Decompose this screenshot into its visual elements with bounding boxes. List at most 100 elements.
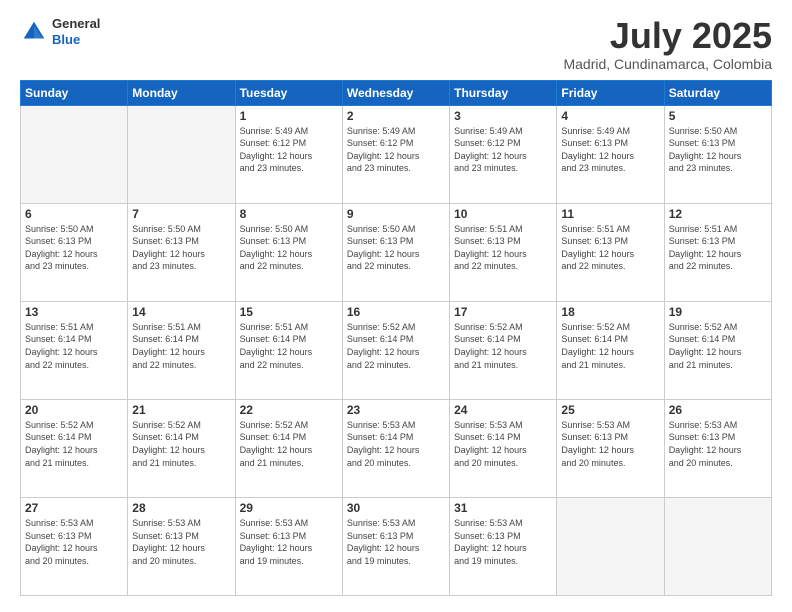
day-number: 27 [25, 501, 123, 515]
calendar-cell [21, 105, 128, 203]
calendar-cell: 2 Sunrise: 5:49 AM Sunset: 6:12 PM Daylig… [342, 105, 449, 203]
calendar-cell: 1Sunrise: 5:49 AM Sunset: 6:12 PM Daylig… [235, 105, 342, 203]
day-number: 14 [132, 305, 230, 319]
day-number: 25 [561, 403, 659, 417]
day-info: Sunrise: 5:51 AM Sunset: 6:14 PM Dayligh… [25, 321, 123, 371]
weekday-header: Saturday [664, 80, 771, 105]
calendar-cell: 7 Sunrise: 5:50 AM Sunset: 6:13 PM Daylig… [128, 203, 235, 301]
calendar-cell: 3 Sunrise: 5:49 AM Sunset: 6:12 PM Daylig… [450, 105, 557, 203]
day-info: Sunrise: 5:53 AM Sunset: 6:13 PM Dayligh… [454, 517, 552, 567]
day-info: Sunrise: 5:53 AM Sunset: 6:13 PM Dayligh… [347, 517, 445, 567]
day-info: Sunrise: 5:52 AM Sunset: 6:14 PM Dayligh… [561, 321, 659, 371]
day-number: 8 [240, 207, 338, 221]
calendar-cell: 14 Sunrise: 5:51 AM Sunset: 6:14 PM Dayli… [128, 301, 235, 399]
calendar-week-row: 13 Sunrise: 5:51 AM Sunset: 6:14 PM Dayli… [21, 301, 772, 399]
calendar-cell: 19 Sunrise: 5:52 AM Sunset: 6:14 PM Dayli… [664, 301, 771, 399]
day-number: 19 [669, 305, 767, 319]
day-number: 24 [454, 403, 552, 417]
title-area: July 2025 Madrid, Cundinamarca, Colombia [563, 16, 772, 72]
calendar-cell: 23 Sunrise: 5:53 AM Sunset: 6:14 PM Dayli… [342, 399, 449, 497]
day-number: 31 [454, 501, 552, 515]
calendar-week-row: 1 Sunrise: 5:49 AM Sunset: 6:12 PM Daylig… [21, 105, 772, 203]
day-info: Sunrise: 5:52 AM Sunset: 6:14 PM Dayligh… [240, 419, 338, 469]
day-number: 16 [347, 305, 445, 319]
weekday-header: Thursday [450, 80, 557, 105]
day-info: Sunrise: 5:52 AM Sunset: 6:14 PM Dayligh… [669, 321, 767, 371]
day-number: 2 [347, 109, 445, 123]
day-number: 3 [454, 109, 552, 123]
day-info: Sunrise: 5:53 AM Sunset: 6:13 PM Dayligh… [669, 419, 767, 469]
calendar-cell: 10Sunrise: 5:51 AM Sunset: 6:13 PM Dayli… [450, 203, 557, 301]
calendar-table: SundayMondayTuesdayWednesdayThursdayFrid… [20, 80, 772, 596]
calendar-cell: 15Sunrise: 5:51 AM Sunset: 6:14 PM Dayli… [235, 301, 342, 399]
day-info: Sunrise: 5:49 AM Sunset: 6:13 PM Dayligh… [561, 125, 659, 175]
header: General Blue July 2025 Madrid, Cundinama… [20, 16, 772, 72]
day-info: Sunrise: 5:49 AM Sunset: 6:12 PM Dayligh… [347, 125, 445, 175]
day-number: 4 [561, 109, 659, 123]
calendar-cell: 12 Sunrise: 5:51 AM Sunset: 6:13 PM Dayli… [664, 203, 771, 301]
calendar-cell: 24Sunrise: 5:53 AM Sunset: 6:14 PM Dayli… [450, 399, 557, 497]
day-info: Sunrise: 5:52 AM Sunset: 6:14 PM Dayligh… [132, 419, 230, 469]
calendar-cell: 11Sunrise: 5:51 AM Sunset: 6:13 PM Dayli… [557, 203, 664, 301]
calendar-cell: 31 Sunrise: 5:53 AM Sunset: 6:13 PM Dayli… [450, 497, 557, 595]
day-info: Sunrise: 5:51 AM Sunset: 6:13 PM Dayligh… [669, 223, 767, 273]
logo-icon [20, 18, 48, 46]
day-number: 23 [347, 403, 445, 417]
calendar-cell: 5 Sunrise: 5:50 AM Sunset: 6:13 PM Daylig… [664, 105, 771, 203]
day-info: Sunrise: 5:50 AM Sunset: 6:13 PM Dayligh… [25, 223, 123, 273]
day-number: 18 [561, 305, 659, 319]
day-info: Sunrise: 5:51 AM Sunset: 6:13 PM Dayligh… [561, 223, 659, 273]
weekday-header: Tuesday [235, 80, 342, 105]
day-number: 5 [669, 109, 767, 123]
day-info: Sunrise: 5:50 AM Sunset: 6:13 PM Dayligh… [240, 223, 338, 273]
weekday-row: SundayMondayTuesdayWednesdayThursdayFrid… [21, 80, 772, 105]
day-number: 12 [669, 207, 767, 221]
calendar-cell: 18 Sunrise: 5:52 AM Sunset: 6:14 PM Dayli… [557, 301, 664, 399]
day-info: Sunrise: 5:50 AM Sunset: 6:13 PM Dayligh… [132, 223, 230, 273]
day-number: 7 [132, 207, 230, 221]
location: Madrid, Cundinamarca, Colombia [563, 56, 772, 72]
day-info: Sunrise: 5:51 AM Sunset: 6:14 PM Dayligh… [240, 321, 338, 371]
day-info: Sunrise: 5:53 AM Sunset: 6:14 PM Dayligh… [347, 419, 445, 469]
day-number: 28 [132, 501, 230, 515]
day-info: Sunrise: 5:53 AM Sunset: 6:13 PM Dayligh… [132, 517, 230, 567]
logo-text: General Blue [52, 16, 100, 47]
weekday-header: Monday [128, 80, 235, 105]
day-info: Sunrise: 5:50 AM Sunset: 6:13 PM Dayligh… [669, 125, 767, 175]
calendar-cell: 13 Sunrise: 5:51 AM Sunset: 6:14 PM Dayli… [21, 301, 128, 399]
calendar-week-row: 6 Sunrise: 5:50 AM Sunset: 6:13 PM Daylig… [21, 203, 772, 301]
calendar-cell [664, 497, 771, 595]
day-number: 6 [25, 207, 123, 221]
logo-blue-text: Blue [52, 32, 100, 48]
day-info: Sunrise: 5:52 AM Sunset: 6:14 PM Dayligh… [454, 321, 552, 371]
calendar-cell: 27 Sunrise: 5:53 AM Sunset: 6:13 PM Dayli… [21, 497, 128, 595]
calendar-cell: 6 Sunrise: 5:50 AM Sunset: 6:13 PM Daylig… [21, 203, 128, 301]
weekday-header: Sunday [21, 80, 128, 105]
calendar-cell: 25 Sunrise: 5:53 AM Sunset: 6:13 PM Dayli… [557, 399, 664, 497]
day-number: 9 [347, 207, 445, 221]
logo: General Blue [20, 16, 100, 47]
weekday-header: Wednesday [342, 80, 449, 105]
calendar-cell: 16 Sunrise: 5:52 AM Sunset: 6:14 PM Dayli… [342, 301, 449, 399]
calendar-cell [557, 497, 664, 595]
day-number: 26 [669, 403, 767, 417]
calendar-cell: 4 Sunrise: 5:49 AM Sunset: 6:13 PM Daylig… [557, 105, 664, 203]
calendar-cell: 9Sunrise: 5:50 AM Sunset: 6:13 PM Daylig… [342, 203, 449, 301]
calendar-cell: 22Sunrise: 5:52 AM Sunset: 6:14 PM Dayli… [235, 399, 342, 497]
day-info: Sunrise: 5:53 AM Sunset: 6:13 PM Dayligh… [240, 517, 338, 567]
day-number: 1 [240, 109, 338, 123]
day-number: 30 [347, 501, 445, 515]
day-number: 21 [132, 403, 230, 417]
calendar-cell: 28 Sunrise: 5:53 AM Sunset: 6:13 PM Dayli… [128, 497, 235, 595]
day-number: 17 [454, 305, 552, 319]
day-info: Sunrise: 5:49 AM Sunset: 6:12 PM Dayligh… [454, 125, 552, 175]
day-info: Sunrise: 5:51 AM Sunset: 6:14 PM Dayligh… [132, 321, 230, 371]
day-info: Sunrise: 5:53 AM Sunset: 6:13 PM Dayligh… [561, 419, 659, 469]
day-info: Sunrise: 5:53 AM Sunset: 6:13 PM Dayligh… [25, 517, 123, 567]
calendar-header: SundayMondayTuesdayWednesdayThursdayFrid… [21, 80, 772, 105]
day-info: Sunrise: 5:52 AM Sunset: 6:14 PM Dayligh… [347, 321, 445, 371]
day-info: Sunrise: 5:51 AM Sunset: 6:13 PM Dayligh… [454, 223, 552, 273]
day-number: 13 [25, 305, 123, 319]
calendar-cell [128, 105, 235, 203]
calendar-cell: 30 Sunrise: 5:53 AM Sunset: 6:13 PM Dayli… [342, 497, 449, 595]
